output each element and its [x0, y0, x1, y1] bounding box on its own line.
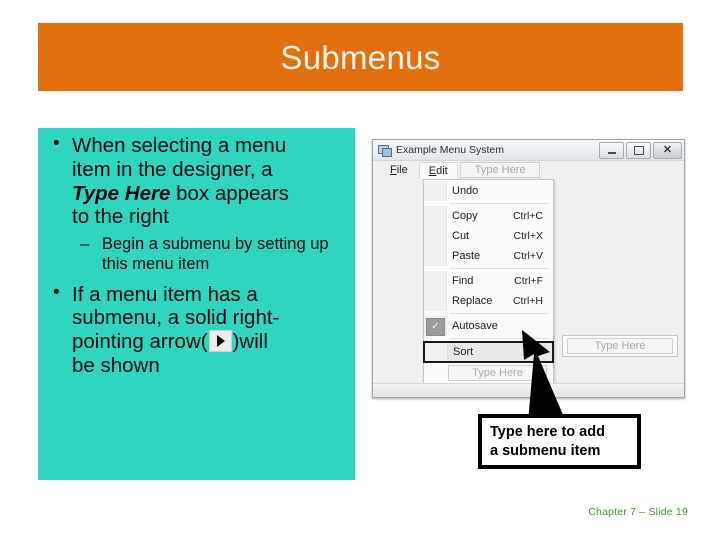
minimize-icon[interactable] — [599, 142, 624, 159]
menu-item-find[interactable]: Find Ctrl+F — [424, 271, 553, 291]
callout-line-2: a submenu item — [490, 442, 601, 459]
menu-separator — [450, 268, 549, 269]
sub-bullet-item-1: Begin a submenu by setting up this menu … — [72, 235, 347, 275]
dropdown-type-here-placeholder[interactable]: Type Here — [448, 365, 547, 381]
application-icon — [378, 144, 392, 157]
bullet-item-2: If a menu item has a submenu, a solid ri… — [44, 282, 347, 378]
menu-gutter — [424, 291, 447, 311]
submenu-panel: Type Here — [562, 335, 678, 357]
edit-dropdown-menu: Undo Copy Ctrl+C Cut Ctrl+X Paste Ctrl+V… — [423, 179, 554, 385]
menu-item-shortcut: Ctrl+F — [514, 275, 543, 287]
window-title: Example Menu System — [396, 144, 504, 156]
window-status-bar — [373, 383, 684, 397]
bullet-1-line-3: box appears — [170, 181, 289, 205]
menu-item-shortcut: Ctrl+X — [513, 230, 543, 242]
content-panel: When selecting a menu item in the design… — [38, 128, 355, 480]
menu-separator — [450, 313, 549, 314]
menu-separator — [450, 338, 549, 339]
menu-bar: File Edit Type Here — [373, 161, 684, 179]
bullet-list: When selecting a menu item in the design… — [44, 133, 347, 378]
bullet-1-line-4: to the right — [72, 205, 169, 229]
menu-item-replace[interactable]: Replace Ctrl+H — [424, 291, 553, 311]
menu-separator — [450, 203, 549, 204]
menu-item-shortcut: Ctrl+C — [512, 210, 543, 222]
submenu-arrow-icon — [541, 349, 546, 355]
bullet-2-line-3: pointing arrow( — [72, 330, 208, 354]
menu-item-label: Undo — [452, 185, 479, 197]
menu-gutter — [424, 246, 447, 266]
menu-item-label: Cut — [452, 230, 470, 242]
bullet-2-line-1: If a menu item has a — [72, 282, 258, 306]
window-titlebar: Example Menu System ✕ — [373, 140, 684, 161]
menubar-type-here-placeholder[interactable]: Type Here — [459, 162, 541, 178]
menu-item-sort[interactable]: Sort — [423, 341, 554, 363]
bullet-2-line-5: be shown — [72, 353, 160, 377]
menu-gutter — [424, 271, 447, 291]
menu-item-label: Sort — [453, 346, 474, 358]
maximize-icon[interactable] — [626, 142, 651, 159]
menu-item-shortcut: Ctrl+V — [513, 250, 543, 262]
callout-box: Type here to add a submenu item — [478, 414, 641, 469]
page-title: Submenus — [280, 38, 441, 76]
menu-gutter — [425, 343, 448, 361]
menu-item-paste[interactable]: Paste Ctrl+V — [424, 246, 553, 266]
menu-item-label: Find — [452, 275, 474, 287]
bullet-2-line-2: submenu, a solid right- — [72, 306, 280, 330]
menu-gutter — [424, 181, 447, 201]
sub-bullet-list: Begin a submenu by setting up this menu … — [72, 235, 347, 275]
menu-item-shortcut: Ctrl+H — [512, 295, 543, 307]
menu-item-label: Autosave — [452, 320, 498, 332]
menubar-item-edit[interactable]: Edit — [418, 161, 458, 179]
window-controls: ✕ — [599, 142, 682, 159]
bullet-2-line-4: )will — [232, 330, 268, 354]
menu-item-copy[interactable]: Copy Ctrl+C — [424, 206, 553, 226]
right-pointing-arrow-icon — [208, 330, 232, 353]
slide-footer: Chapter 7 – Slide 19 — [588, 506, 688, 518]
submenu-type-here-placeholder[interactable]: Type Here — [567, 338, 673, 354]
bullet-1-line-2: item in the designer, a — [72, 157, 273, 181]
type-here-emphasis: Type Here — [72, 181, 171, 205]
menu-item-autosave[interactable]: ✓ Autosave — [424, 316, 553, 336]
bullet-1-line-1: When selecting a menu — [72, 134, 287, 157]
slide-title-banner: Submenus — [38, 23, 683, 91]
menu-gutter — [424, 226, 447, 246]
close-icon[interactable]: ✕ — [653, 142, 682, 159]
menu-item-cut[interactable]: Cut Ctrl+X — [424, 226, 553, 246]
menu-item-label: Copy — [452, 210, 478, 222]
bullet-item-1: When selecting a menu item in the design… — [44, 133, 347, 275]
menu-item-label: Replace — [452, 295, 493, 307]
checkmark-icon: ✓ — [426, 318, 445, 336]
callout-line-1: Type here to add — [490, 424, 605, 441]
menubar-item-file[interactable]: File — [381, 162, 417, 178]
menu-item-label: Paste — [452, 250, 481, 262]
menu-gutter — [424, 206, 447, 226]
example-menu-system-window: Example Menu System ✕ File Edit Type Her… — [372, 139, 685, 398]
menu-item-undo[interactable]: Undo — [424, 181, 553, 201]
